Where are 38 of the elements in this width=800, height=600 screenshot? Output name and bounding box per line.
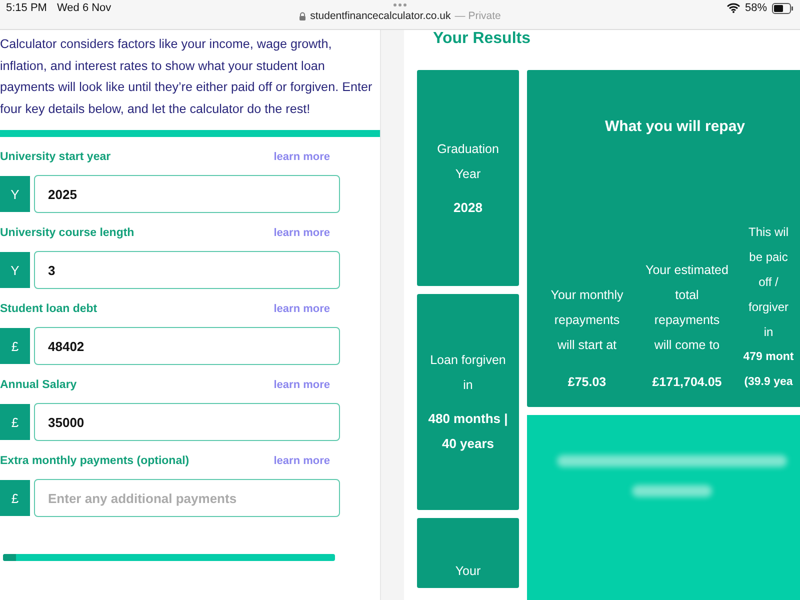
result-value: 2028: [454, 198, 482, 216]
intro-paragraph: Calculator considers factors like your income, wage growth, inflation, and interest rates to show what your student loan payments will look like until they’re either paid off or forgiven. Enter four key details below, and let the calculator do the rest!: [0, 36, 374, 118]
input-field[interactable]: 35000: [34, 403, 340, 441]
result-value: 480 months | 40 years: [427, 410, 509, 453]
unit-prefix: Y: [0, 176, 30, 212]
battery-icon: [772, 2, 794, 14]
repay-value: £75.03: [568, 374, 606, 391]
input-field[interactable]: 2025: [34, 175, 340, 213]
unit-prefix: £: [0, 480, 30, 516]
clock-time: 5:15 PM: [6, 2, 47, 14]
repay-value: £171,704.05: [652, 374, 722, 391]
url-text[interactable]: studentfinancecalculator.co.uk: [310, 10, 451, 22]
unit-prefix: £: [0, 328, 30, 364]
lock-icon: [299, 12, 306, 20]
input-field[interactable]: 48402: [34, 327, 340, 365]
field-label: Extra monthly payments (optional): [0, 455, 190, 467]
private-label: — Private: [454, 10, 501, 22]
repay-title: What you will repay: [605, 118, 746, 135]
more-dots-icon[interactable]: [392, 3, 407, 7]
input-field[interactable]: 3: [34, 251, 340, 289]
field-label: University course length: [0, 227, 134, 239]
wifi-icon: [726, 3, 740, 13]
repay-label: This wil be paic off / forgiver in: [747, 224, 790, 341]
field-label: Annual Salary: [0, 379, 77, 391]
date-text: Wed 6 Nov: [56, 2, 112, 14]
repay-label: Your monthly repayments will start at: [550, 287, 624, 354]
result-label: Graduation Year: [436, 140, 500, 182]
battery-percent: 58%: [744, 2, 767, 14]
input-field[interactable]: Enter any additional payments: [34, 479, 340, 517]
repay-label: Your estimated total repayments will come to: [645, 262, 729, 354]
repay-value: 479 mont (39.9 yea: [742, 350, 795, 390]
results-heading: Your Results: [433, 30, 532, 48]
result-label: Loan forgiven in: [429, 352, 507, 394]
unit-prefix: £: [0, 404, 30, 440]
unit-prefix: Y: [0, 252, 30, 288]
result-label: Your: [455, 563, 481, 580]
field-label: Student loan debt: [0, 303, 98, 315]
field-label: University start year: [0, 151, 111, 163]
